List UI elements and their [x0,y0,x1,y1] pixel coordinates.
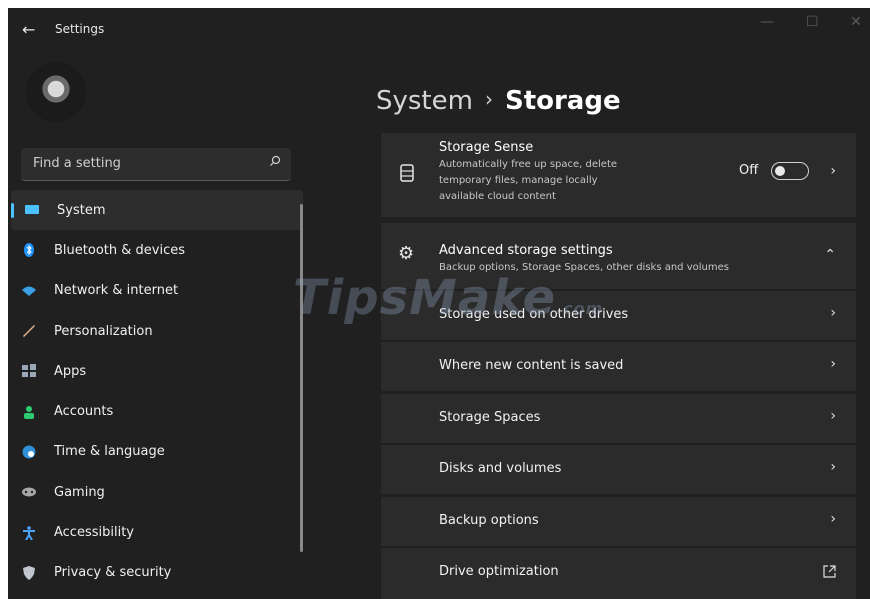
toggle-state-label: Off [739,163,759,178]
row-drive-optimization[interactable]: Drive optimization [381,548,856,599]
storage-sense-title: Storage Sense [439,140,534,155]
description-line: available cloud content [439,191,556,202]
shield-icon [23,565,35,580]
window-title: Settings [55,22,105,36]
wifi-icon [22,286,36,296]
search-placeholder: Find a setting [33,156,121,171]
sidebar-item-time-language[interactable]: Time & language [8,432,303,472]
chevron-right-icon: › [830,408,836,424]
breadcrumb-separator: › [484,87,493,111]
avatar[interactable] [26,62,86,122]
sidebar-item-gaming[interactable]: Gaming [8,472,303,512]
page-title: Storage [504,86,621,116]
sidebar-item-label: Accounts [54,404,114,420]
settings-window: ← Settings — ☐ ✕ Find a setting System B… [8,8,870,599]
chevron-right-icon: › [830,356,836,372]
row-storage-spaces[interactable]: Storage Spaces › [381,394,856,443]
storage-sense-card[interactable]: Storage Sense Automatically free up spac… [381,133,856,217]
search-input[interactable]: Find a setting [21,148,291,181]
row-label: Drive optimization [439,564,559,579]
row-new-content-saved[interactable]: Where new content is saved › [381,342,856,391]
storage-drive-icon [400,164,414,182]
watermark-suffix: .com [556,299,604,318]
minimize-icon[interactable]: — [760,14,774,30]
chevron-right-icon: › [830,305,836,321]
search-icon[interactable] [269,155,281,170]
watermark: TipsMake.com [293,270,603,326]
active-indicator [11,203,14,218]
gear-icon: ⚙ [398,243,415,264]
breadcrumb: System › Storage [376,86,621,116]
monitor-icon [25,205,39,215]
sidebar-item-label: Apps [54,363,87,379]
sidebar-item-label: Accessibility [54,525,134,541]
sidebar-nav: System Bluetooth & devices Network & int… [8,190,303,593]
sidebar-item-personalization[interactable]: Personalization [8,311,303,351]
chevron-right-icon[interactable]: › [830,163,836,179]
sidebar-scrollbar[interactable] [300,204,303,552]
advanced-storage-title: Advanced storage settings [439,243,613,258]
chevron-right-icon: › [830,459,836,475]
close-icon[interactable]: ✕ [850,14,862,30]
sidebar-item-accounts[interactable]: Accounts [8,391,303,431]
external-link-icon [823,565,836,578]
accessibility-icon [23,525,35,540]
row-label: Where new content is saved [439,358,624,373]
sidebar-item-label: Privacy & security [54,565,172,581]
bluetooth-icon [24,243,34,258]
sidebar-item-bluetooth[interactable]: Bluetooth & devices [8,230,303,270]
row-label: Backup options [439,513,539,528]
sidebar-item-system[interactable]: System [11,190,303,231]
sidebar-item-label: Personalization [54,323,153,339]
sidebar-item-accessibility[interactable]: Accessibility [8,512,303,552]
row-backup-options[interactable]: Backup options › [381,497,856,546]
toggle-knob [775,166,785,176]
sidebar-item-label: System [57,202,106,218]
arrow-left-icon[interactable]: ← [22,20,35,39]
sidebar-item-network[interactable]: Network & internet [8,271,303,311]
sidebar-item-label: Network & internet [54,283,179,299]
row-label: Disks and volumes [439,461,562,476]
sidebar-item-apps[interactable]: Apps [8,351,303,391]
description-line: temporary files, manage locally [439,175,598,186]
storage-sense-description: Automatically free up space, delete temp… [439,157,617,205]
sidebar-item-label: Time & language [54,444,165,460]
chevron-right-icon: › [830,511,836,527]
chevron-up-icon[interactable]: ⌃ [824,247,836,263]
row-disks-volumes[interactable]: Disks and volumes › [381,445,856,494]
storage-sense-toggle[interactable] [771,162,809,180]
person-icon [24,405,34,419]
maximize-icon[interactable]: ☐ [806,14,819,30]
sidebar-item-label: Gaming [54,484,105,500]
sidebar-item-label: Bluetooth & devices [54,242,185,258]
description-line: Automatically free up space, delete [439,159,618,170]
title-bar: ← Settings — ☐ ✕ [8,8,870,52]
row-label: Storage Spaces [439,410,541,425]
breadcrumb-parent[interactable]: System [376,86,473,116]
watermark-text: TipsMake [293,270,557,326]
apps-icon [22,364,36,378]
gamepad-icon [22,487,36,497]
sidebar-item-privacy[interactable]: Privacy & security [8,553,303,593]
globe-clock-icon [22,445,36,459]
brush-icon [23,325,35,338]
